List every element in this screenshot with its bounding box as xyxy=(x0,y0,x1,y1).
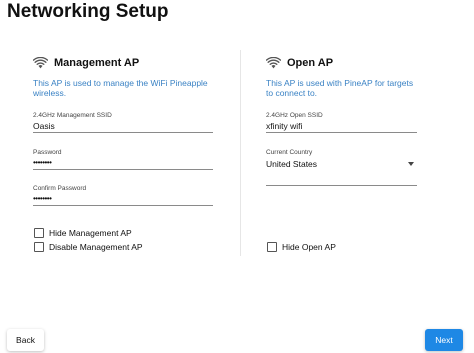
open-ap-description: This AP is used with PineAP for targets … xyxy=(266,78,414,98)
page-title: Networking Setup xyxy=(7,1,169,22)
next-button[interactable]: Next xyxy=(425,329,463,351)
open-ap-section: Open AP This AP is used with PineAP for … xyxy=(266,52,417,252)
country-select-field[interactable]: Current Country United States xyxy=(266,149,417,186)
management-ap-heading: Management AP xyxy=(54,57,140,69)
disable-management-ap-option[interactable]: Disable Management AP xyxy=(34,241,143,253)
management-password-label: Password xyxy=(33,149,62,156)
management-confirm-password-label: Confirm Password xyxy=(33,185,87,192)
disable-management-ap-checkbox[interactable] xyxy=(34,242,44,252)
hide-management-ap-option[interactable]: Hide Management AP xyxy=(34,227,132,239)
open-ssid-input[interactable] xyxy=(266,120,417,131)
country-select[interactable]: United States xyxy=(266,157,417,171)
management-ssid-field[interactable]: 2.4GHz Management SSID xyxy=(33,112,213,133)
open-ssid-label: 2.4GHz Open SSID xyxy=(266,112,323,119)
country-select-label: Current Country xyxy=(266,149,313,156)
country-select-underline xyxy=(266,185,417,186)
management-ssid-underline xyxy=(33,132,213,133)
wifi-icon xyxy=(266,57,281,69)
column-divider xyxy=(240,50,241,256)
management-password-input[interactable]: •••••••• xyxy=(33,157,213,168)
management-ssid-label: 2.4GHz Management SSID xyxy=(33,112,112,119)
caret-down-icon[interactable] xyxy=(408,162,414,166)
open-ssid-field[interactable]: 2.4GHz Open SSID xyxy=(266,112,417,133)
wifi-icon xyxy=(33,57,48,69)
management-confirm-password-underline xyxy=(33,205,213,206)
hide-open-ap-label[interactable]: Hide Open AP xyxy=(282,242,336,252)
open-ap-header: Open AP xyxy=(266,52,417,74)
open-ssid-underline xyxy=(266,132,417,133)
management-ap-description: This AP is used to manage the WiFi Pinea… xyxy=(33,78,208,98)
hide-management-ap-checkbox[interactable] xyxy=(34,228,44,238)
management-confirm-password-input[interactable]: •••••••• xyxy=(33,193,213,204)
back-button[interactable]: Back xyxy=(7,329,44,351)
management-confirm-password-field[interactable]: Confirm Password •••••••• xyxy=(33,185,213,206)
management-password-underline xyxy=(33,169,213,170)
management-ap-section: Management AP This AP is used to manage … xyxy=(33,52,213,252)
open-ap-heading: Open AP xyxy=(287,57,334,69)
disable-management-ap-label[interactable]: Disable Management AP xyxy=(49,242,143,252)
management-ssid-input[interactable] xyxy=(33,120,213,131)
management-password-field[interactable]: Password •••••••• xyxy=(33,149,213,170)
country-select-value: United States xyxy=(266,159,318,169)
hide-management-ap-label[interactable]: Hide Management AP xyxy=(49,228,132,238)
management-ap-header: Management AP xyxy=(33,52,213,74)
hide-open-ap-option[interactable]: Hide Open AP xyxy=(267,241,336,253)
hide-open-ap-checkbox[interactable] xyxy=(267,242,277,252)
